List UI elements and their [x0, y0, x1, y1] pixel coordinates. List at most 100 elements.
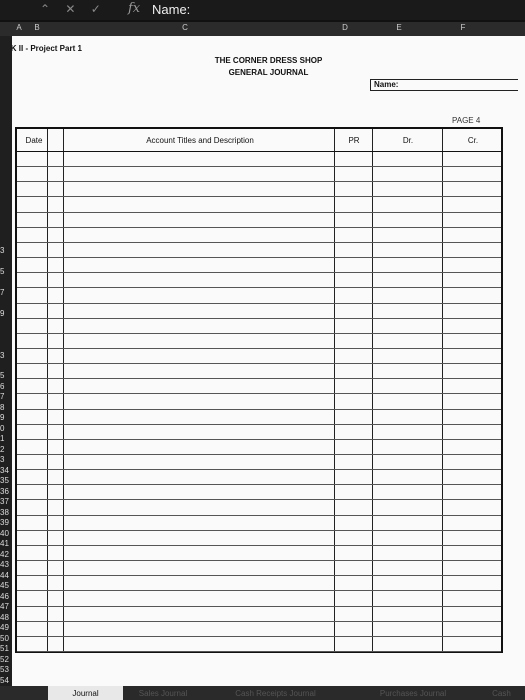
row-number[interactable]: 7 — [0, 288, 12, 297]
row-header-bar: 3 5 7 9 3 5 6 7 8 9 0 1 2 3 34 35 36 37 38 39 40 41 42 43 44 45 46… — [0, 36, 12, 686]
column-header-e[interactable]: E — [384, 23, 414, 32]
column-header-bar: A B C D E F — [0, 22, 525, 36]
tab-cash[interactable]: Cash — [478, 686, 525, 700]
row-number[interactable]: 39 — [0, 518, 12, 527]
row-number[interactable]: 47 — [0, 602, 12, 611]
project-label: BK II - Project Part 1 — [12, 44, 82, 53]
row-number[interactable]: 41 — [0, 539, 12, 548]
journal-row-line — [17, 560, 501, 562]
journal-row-line — [17, 605, 501, 607]
tab-cash-receipts-journal[interactable]: Cash Receipts Journal — [203, 686, 348, 700]
journal-row-line — [17, 302, 501, 304]
journal-row-line — [17, 469, 501, 471]
journal-row-line — [17, 393, 501, 395]
row-number[interactable]: 50 — [0, 634, 12, 643]
journal-row-line — [17, 544, 501, 546]
journal-row-line — [17, 454, 501, 456]
journal-row-line — [17, 287, 501, 289]
row-number[interactable]: 5 — [0, 267, 12, 276]
column-header-a[interactable]: A — [12, 23, 26, 32]
row-number[interactable]: 1 — [0, 434, 12, 443]
worksheet[interactable]: BK II - Project Part 1 Name: THE CORNER … — [12, 36, 525, 686]
formula-controls[interactable]: ⌃ ✕ ✓ — [40, 2, 107, 16]
journal-row-line — [17, 317, 501, 319]
row-number[interactable]: 42 — [0, 550, 12, 559]
row-number[interactable]: 52 — [0, 655, 12, 664]
row-number[interactable]: 35 — [0, 476, 12, 485]
row-number[interactable]: 9 — [0, 309, 12, 318]
journal-table: Date Account Titles and Description PR D… — [15, 127, 503, 653]
row-number[interactable]: 34 — [0, 466, 12, 475]
journal-row-line — [17, 332, 501, 334]
row-number[interactable]: 6 — [0, 382, 12, 391]
journal-row-line — [17, 620, 501, 622]
journal-title: GENERAL JOURNAL — [228, 68, 309, 77]
sheet-tabs: Journal Sales Journal Cash Receipts Jour… — [0, 686, 525, 700]
date-divider-2 — [63, 129, 64, 651]
journal-row-line — [17, 241, 501, 243]
journal-row-line — [17, 211, 501, 213]
journal-row-line — [17, 438, 501, 440]
row-number[interactable]: 36 — [0, 487, 12, 496]
row-number[interactable]: 49 — [0, 623, 12, 632]
row-number[interactable]: 45 — [0, 581, 12, 590]
pr-header: PR — [348, 135, 360, 145]
row-number[interactable]: 9 — [0, 413, 12, 422]
company-title: THE CORNER DRESS SHOP — [214, 56, 323, 65]
journal-row-line — [17, 529, 501, 531]
row-number[interactable]: 38 — [0, 508, 12, 517]
row-number[interactable]: 44 — [0, 571, 12, 580]
name-field[interactable]: Name: — [370, 79, 518, 91]
formula-bar: ⌃ ✕ ✓ fx Name: — [0, 0, 525, 20]
row-number[interactable]: 48 — [0, 613, 12, 622]
row-number[interactable]: 37 — [0, 497, 12, 506]
debit-divider — [372, 129, 373, 651]
row-number[interactable]: 7 — [0, 392, 12, 401]
row-number[interactable]: 8 — [0, 403, 12, 412]
row-number[interactable]: 3 — [0, 455, 12, 464]
journal-row-line — [17, 651, 501, 652]
journal-row-line — [17, 166, 501, 168]
journal-row-line — [17, 590, 501, 592]
row-number[interactable]: 46 — [0, 592, 12, 601]
pr-divider — [334, 129, 335, 651]
journal-row-line — [17, 257, 501, 259]
row-number[interactable]: 2 — [0, 445, 12, 454]
journal-row-line — [17, 575, 501, 577]
journal-row-line — [17, 196, 501, 198]
column-header-f[interactable]: F — [448, 23, 478, 32]
journal-row-line — [17, 378, 501, 380]
row-number[interactable]: 43 — [0, 560, 12, 569]
date-divider-1 — [47, 129, 48, 651]
journal-row-line — [17, 635, 501, 637]
page-number: PAGE 4 — [452, 116, 481, 125]
credit-header: Cr. — [467, 135, 479, 145]
fx-icon: fx — [128, 1, 141, 16]
journal-row-line — [17, 363, 501, 365]
debit-header: Dr. — [402, 135, 414, 145]
journal-row-line — [17, 514, 501, 516]
row-number[interactable]: 3 — [0, 351, 12, 360]
journal-row-line — [17, 272, 501, 274]
row-number[interactable]: 51 — [0, 644, 12, 653]
row-number[interactable]: 54 — [0, 676, 12, 685]
row-number[interactable]: 0 — [0, 424, 12, 433]
date-header: Date — [25, 135, 43, 145]
credit-divider — [442, 129, 443, 651]
column-header-b[interactable]: B — [30, 23, 44, 32]
tab-sales-journal[interactable]: Sales Journal — [123, 686, 203, 700]
journal-row-line — [17, 226, 501, 228]
tab-purchases-journal[interactable]: Purchases Journal — [348, 686, 478, 700]
journal-row-line — [17, 423, 501, 425]
tab-journal[interactable]: Journal — [48, 686, 123, 700]
column-header-c[interactable]: C — [170, 23, 200, 32]
row-number[interactable]: 5 — [0, 371, 12, 380]
row-number[interactable]: 3 — [0, 246, 12, 255]
column-header-d[interactable]: D — [330, 23, 360, 32]
journal-row-line — [17, 347, 501, 349]
row-number[interactable]: 53 — [0, 665, 12, 674]
formula-input[interactable]: Name: — [152, 2, 190, 17]
row-number[interactable]: 40 — [0, 529, 12, 538]
account-header: Account Titles and Description — [146, 135, 254, 145]
journal-row-line — [17, 151, 501, 152]
